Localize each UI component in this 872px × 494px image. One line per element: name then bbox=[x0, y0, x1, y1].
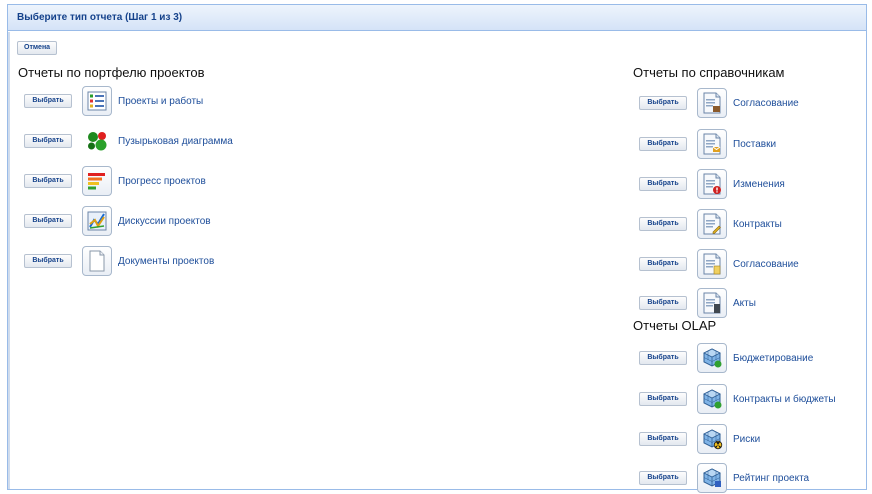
report-link-tasks[interactable]: Проекты и работы bbox=[118, 96, 203, 107]
report-row-progress: Выбрать Прогресс проектов bbox=[24, 165, 206, 197]
document-approval-icon bbox=[697, 88, 727, 118]
report-row-changes: Выбрать Изменения bbox=[639, 168, 785, 200]
select-button[interactable]: Выбрать bbox=[639, 296, 687, 310]
report-link-approval-2[interactable]: Согласование bbox=[733, 259, 799, 270]
select-button[interactable]: Выбрать bbox=[639, 137, 687, 151]
report-link-risks[interactable]: Риски bbox=[733, 434, 760, 445]
section-title-portfolio: Отчеты по портфелю проектов bbox=[18, 65, 205, 80]
report-row-contracts: Выбрать Контракты bbox=[639, 208, 782, 240]
report-link-deliveries[interactable]: Поставки bbox=[733, 139, 776, 150]
report-link-acts[interactable]: Акты bbox=[733, 298, 756, 309]
select-button[interactable]: Выбрать bbox=[639, 177, 687, 191]
report-row-budgeting: Выбрать Бюджетирование bbox=[639, 342, 813, 374]
olap-cube-icon bbox=[697, 343, 727, 373]
report-row-approval: Выбрать Согласование bbox=[639, 87, 799, 119]
olap-cube-icon bbox=[697, 384, 727, 414]
report-link-discussions[interactable]: Дискуссии проектов bbox=[118, 216, 211, 227]
report-row-deliveries: Выбрать Поставки bbox=[639, 128, 776, 160]
report-link-bubble[interactable]: Пузырьковая диаграмма bbox=[118, 136, 233, 147]
section-title-olap: Отчеты OLAP bbox=[633, 318, 717, 333]
select-button[interactable]: Выбрать bbox=[639, 96, 687, 110]
cancel-button[interactable]: Отмена bbox=[17, 41, 58, 55]
report-row-acts: Выбрать Акты bbox=[639, 287, 756, 319]
olap-cube-risk-icon bbox=[697, 424, 727, 454]
report-row-contracts-budgets: Выбрать Контракты и бюджеты bbox=[639, 383, 836, 415]
discussion-chart-icon bbox=[82, 206, 112, 236]
select-button[interactable]: Выбрать bbox=[24, 174, 72, 188]
olap-cube-icon bbox=[697, 463, 727, 493]
report-row-documents: Выбрать Документы проектов bbox=[24, 245, 214, 277]
select-button[interactable]: Выбрать bbox=[639, 217, 687, 231]
report-link-approval[interactable]: Согласование bbox=[733, 98, 799, 109]
panel-left-edge bbox=[8, 32, 10, 489]
report-link-documents[interactable]: Документы проектов bbox=[118, 256, 214, 267]
report-link-changes[interactable]: Изменения bbox=[733, 179, 785, 190]
select-button[interactable]: Выбрать bbox=[24, 94, 72, 108]
select-button[interactable]: Выбрать bbox=[639, 257, 687, 271]
report-link-contracts-budgets[interactable]: Контракты и бюджеты bbox=[733, 394, 836, 405]
blank-document-icon bbox=[82, 246, 112, 276]
progress-bars-icon bbox=[82, 166, 112, 196]
report-link-progress[interactable]: Прогресс проектов bbox=[118, 176, 206, 187]
select-button[interactable]: Выбрать bbox=[24, 254, 72, 268]
report-link-rating[interactable]: Рейтинг проекта bbox=[733, 473, 809, 484]
document-delivery-icon bbox=[697, 129, 727, 159]
document-contract-icon bbox=[697, 209, 727, 239]
select-button[interactable]: Выбрать bbox=[24, 134, 72, 148]
report-link-contracts[interactable]: Контракты bbox=[733, 219, 782, 230]
report-type-window: Выберите тип отчета (Шаг 1 из 3) Отмена … bbox=[7, 4, 867, 493]
select-button[interactable]: Выбрать bbox=[639, 351, 687, 365]
bubble-chart-icon bbox=[82, 126, 112, 156]
section-title-references: Отчеты по справочникам bbox=[633, 65, 785, 80]
document-changes-icon bbox=[697, 169, 727, 199]
select-button[interactable]: Выбрать bbox=[639, 471, 687, 485]
report-row-risks: Выбрать Риски bbox=[639, 423, 760, 455]
select-button[interactable]: Выбрать bbox=[639, 392, 687, 406]
select-button[interactable]: Выбрать bbox=[639, 432, 687, 446]
report-row-rating: Выбрать Рейтинг проекта bbox=[639, 462, 809, 494]
window-title: Выберите тип отчета (Шаг 1 из 3) bbox=[8, 5, 866, 31]
report-row-tasks: Выбрать Проекты и работы bbox=[24, 85, 203, 117]
report-row-discussions: Выбрать Дискуссии проектов bbox=[24, 205, 211, 237]
task-list-icon bbox=[82, 86, 112, 116]
select-button[interactable]: Выбрать bbox=[24, 214, 72, 228]
report-row-bubble: Выбрать Пузырьковая диаграмма bbox=[24, 125, 233, 157]
report-link-budgeting[interactable]: Бюджетирование bbox=[733, 353, 813, 364]
document-acts-icon bbox=[697, 288, 727, 318]
report-row-approval-2: Выбрать Согласование bbox=[639, 248, 799, 280]
document-approval-icon bbox=[697, 249, 727, 279]
